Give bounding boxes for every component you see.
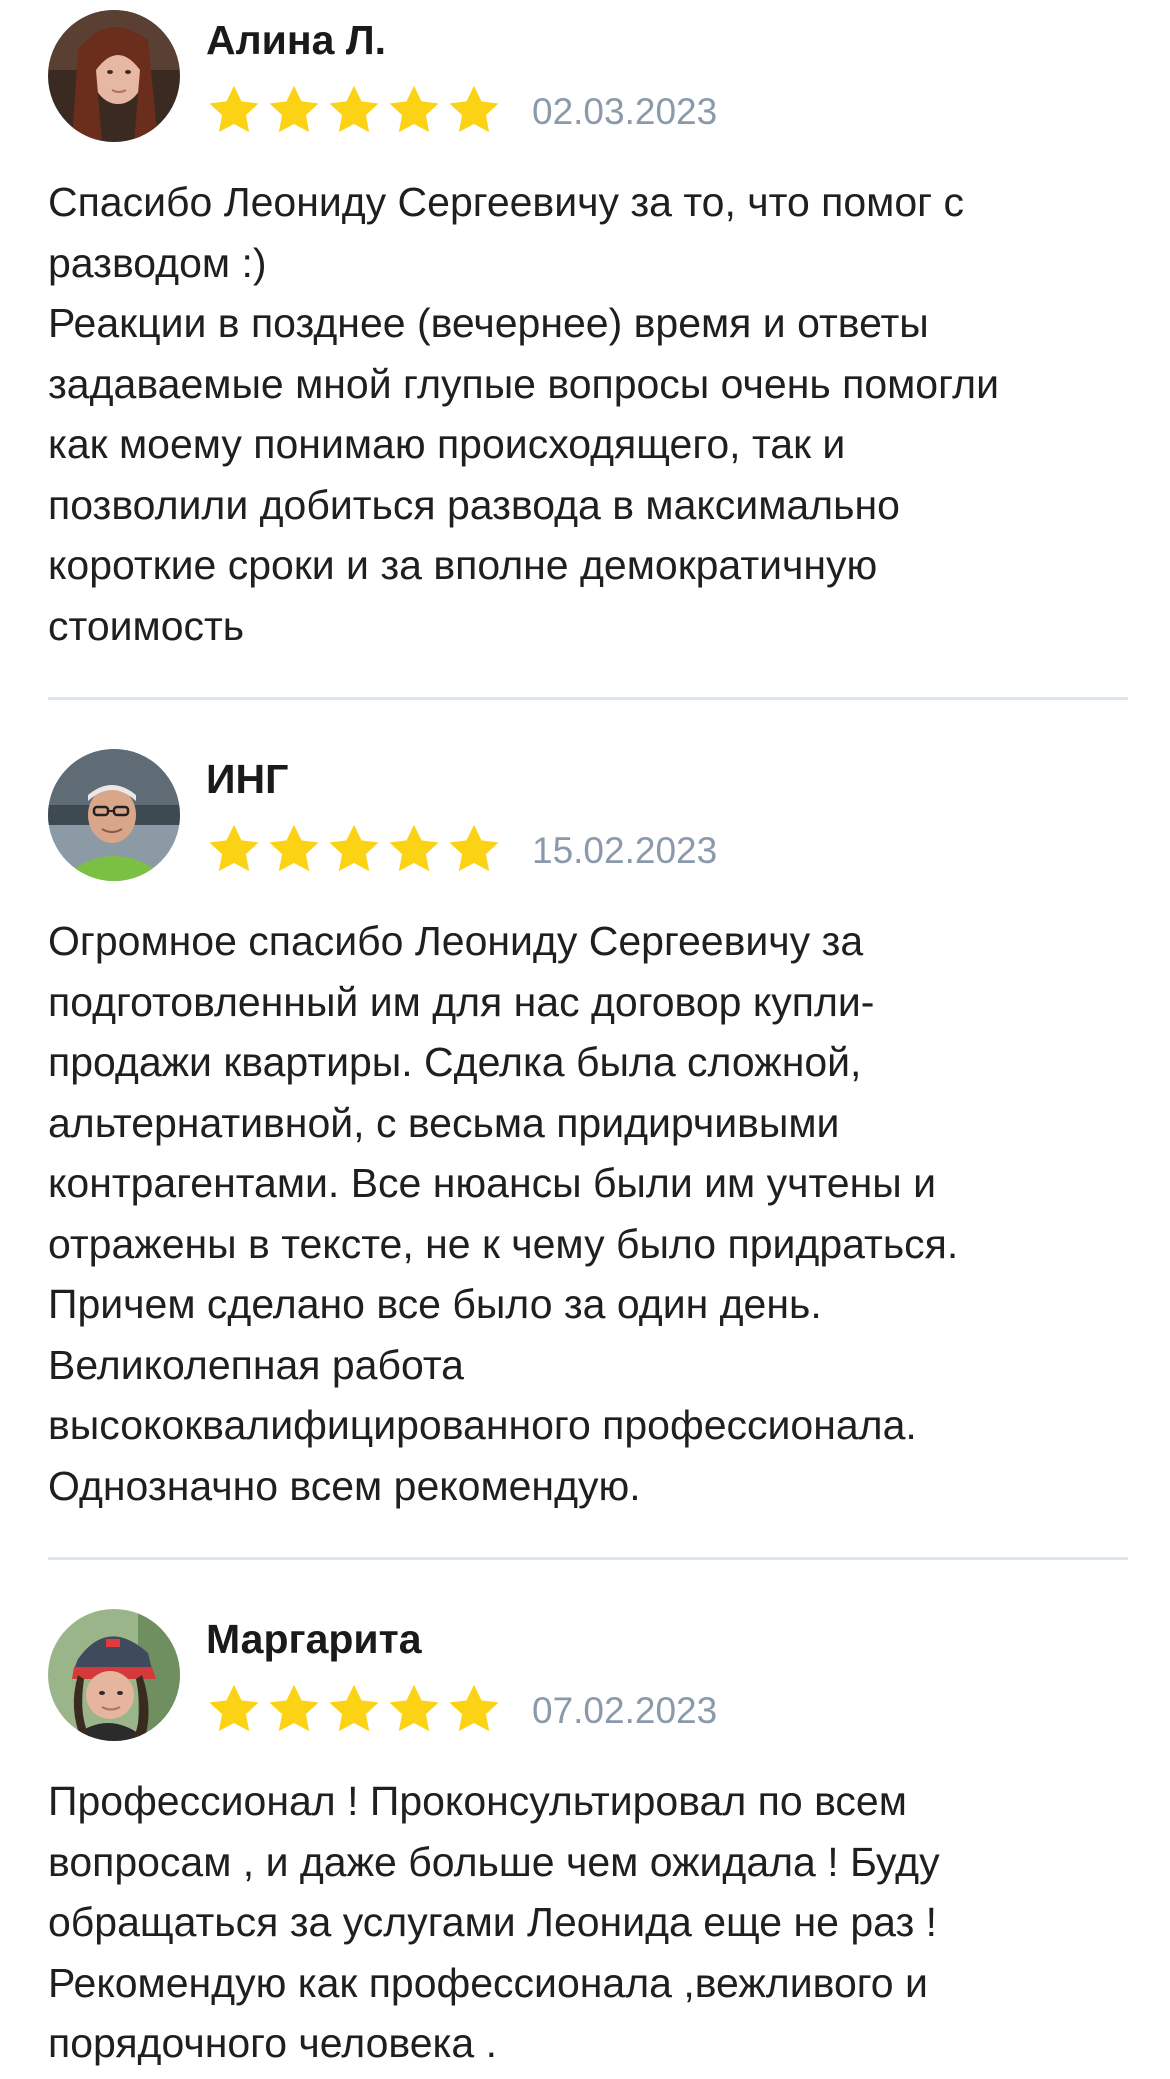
review-author: Алина Л. — [206, 17, 386, 63]
reviews-list: Алина Л. 02.03.2023 Спасибо Леониду Серг… — [0, 0, 1170, 2079]
avatar[interactable] — [48, 749, 180, 881]
star-icon — [389, 85, 439, 133]
star-icon — [329, 824, 379, 872]
review-card: ИНГ 15.02.2023 Огромное спасибо Леониду … — [48, 749, 1128, 1516]
rating-stars — [206, 1681, 502, 1737]
review-card: Алина Л. 02.03.2023 Спасибо Леониду Серг… — [48, 10, 1128, 656]
avatar[interactable] — [48, 1609, 180, 1741]
review-text: Огромное спасибо Леониду Сергеевичу за п… — [48, 918, 959, 1509]
star-icon — [209, 824, 259, 872]
review-text: Профессионал ! Проконсультировал по всем… — [48, 1778, 940, 2066]
review-date: 07.02.2023 — [532, 1690, 718, 1731]
star-icon — [269, 1684, 319, 1732]
review-author: ИНГ — [206, 756, 289, 802]
review-header: Маргарита 07.02.2023 — [48, 1609, 1128, 1749]
review-date: 15.02.2023 — [532, 830, 718, 871]
star-icon — [389, 824, 439, 872]
review-card: Маргарита 07.02.2023 Профессионал ! Прок… — [48, 1609, 1128, 2074]
star-icon — [209, 85, 259, 133]
review-date: 02.03.2023 — [532, 91, 718, 132]
rating-stars — [206, 821, 502, 877]
review-divider — [48, 697, 1128, 700]
star-icon — [329, 1684, 379, 1732]
star-icon — [389, 1684, 439, 1732]
star-icon — [329, 85, 379, 133]
avatar[interactable] — [48, 10, 180, 142]
user-photo-avatar-icon — [48, 749, 180, 881]
star-icon — [269, 824, 319, 872]
star-icon — [449, 1684, 499, 1732]
review-divider — [48, 1557, 1128, 1560]
review-header: ИНГ 15.02.2023 — [48, 749, 1128, 889]
star-icon — [209, 1684, 259, 1732]
user-photo-avatar-icon — [48, 10, 180, 142]
star-icon — [449, 824, 499, 872]
star-icon — [449, 85, 499, 133]
user-photo-avatar-icon — [48, 1609, 180, 1741]
star-icon — [269, 85, 319, 133]
rating-stars — [206, 82, 502, 138]
review-author: Маргарита — [206, 1616, 422, 1662]
review-header: Алина Л. 02.03.2023 — [48, 10, 1128, 150]
review-text: Спасибо Леониду Сергеевичу за то, что по… — [48, 179, 999, 649]
